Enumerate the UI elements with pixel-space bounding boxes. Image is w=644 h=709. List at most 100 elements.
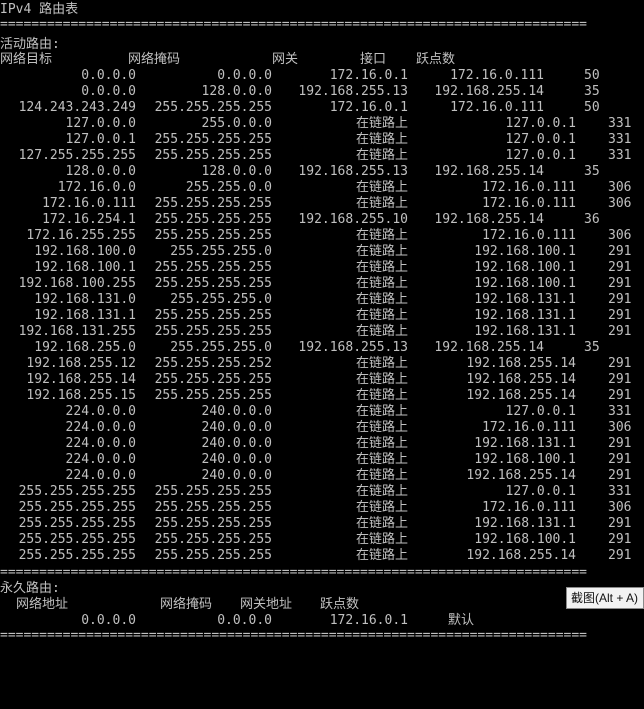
cell-interface: 192.168.100.1 xyxy=(474,532,576,547)
cell-metric: 291 xyxy=(608,388,632,403)
route-row: 128.0.0.0 128.0.0.0 192.168.255.13 192.168.… xyxy=(0,164,644,180)
cell-netmask: 255.255.255.255 xyxy=(154,228,272,243)
route-row: 0.0.0.0 0.0.0.0 172.16.0.1 172.16.0.111 50 xyxy=(0,68,644,84)
cell-netmask: 255.255.255.255 xyxy=(154,212,272,227)
cell-metric: 291 xyxy=(608,292,632,307)
cell-netmask: 240.0.0.0 xyxy=(201,436,272,451)
separator-line: ========================================… xyxy=(0,628,587,643)
cell-interface: 192.168.255.14 xyxy=(466,468,576,483)
cell-metric: 331 xyxy=(608,132,632,147)
cell-interface: 127.0.0.1 xyxy=(505,404,576,419)
route-row: 127.0.0.1 255.255.255.255 在链路上 127.0.0.1 331 xyxy=(0,132,644,148)
cell-network-destination: 192.168.100.1 xyxy=(34,260,136,275)
cell-network-destination: 172.16.255.255 xyxy=(26,228,136,243)
cell-gateway: 在链路上 xyxy=(355,388,408,403)
cell-network-destination: 192.168.255.0 xyxy=(34,340,136,355)
route-row: 255.255.255.255 255.255.255.255 在链路上 192.16… xyxy=(0,548,644,564)
cell-network-destination: 0.0.0.0 xyxy=(81,68,136,83)
route-table-title: IPv4 路由表 xyxy=(0,2,79,17)
cell-gateway: 在链路上 xyxy=(355,292,408,307)
cell-interface: 192.168.255.14 xyxy=(434,340,544,355)
cell-interface: 192.168.131.1 xyxy=(474,308,576,323)
cell-gateway: 在链路上 xyxy=(355,356,408,371)
cell-gateway: 192.168.255.13 xyxy=(298,340,408,355)
cell-gateway: 在链路上 xyxy=(355,324,408,339)
console-window[interactable]: IPv4 路由表 ===============================… xyxy=(0,0,644,646)
cell-gateway: 在链路上 xyxy=(355,244,408,259)
active-routes-heading: 活动路由: xyxy=(0,37,60,52)
cell-gateway: 在链路上 xyxy=(355,260,408,275)
cell-netmask: 255.255.255.0 xyxy=(170,340,272,355)
route-row: 255.255.255.255 255.255.255.255 在链路上 172.16… xyxy=(0,500,644,516)
header-netmask: 网络掩码 xyxy=(160,597,213,612)
cell-netmask: 255.255.255.255 xyxy=(154,148,272,163)
cell-interface: 192.168.100.1 xyxy=(474,276,576,291)
cell-interface: 192.168.255.14 xyxy=(434,84,544,99)
cell-metric: 291 xyxy=(608,324,632,339)
cell-network-destination: 224.0.0.0 xyxy=(65,404,136,419)
cell-network-destination: 127.0.0.1 xyxy=(65,132,136,147)
cell-metric: 331 xyxy=(608,148,632,163)
route-row: 192.168.255.0 255.255.255.0 192.168.255.13… xyxy=(0,340,644,356)
cell-gateway: 在链路上 xyxy=(355,148,408,163)
cell-metric: 291 xyxy=(608,468,632,483)
route-row: 192.168.255.14 255.255.255.255 在链路上 192.168… xyxy=(0,372,644,388)
cell-network-destination: 255.255.255.255 xyxy=(18,484,136,499)
cell-interface: 192.168.100.1 xyxy=(474,452,576,467)
route-row: 192.168.255.15 255.255.255.255 在链路上 192.168… xyxy=(0,388,644,404)
cell-metric: 331 xyxy=(608,404,632,419)
persistent-routes-heading: 永久路由: xyxy=(0,581,60,596)
route-row: 224.0.0.0 240.0.0.0 在链路上 192.168.255.14 291 xyxy=(0,468,644,484)
cell-gateway: 在链路上 xyxy=(355,372,408,387)
route-row: 172.16.254.1 255.255.255.255 192.168.255.1… xyxy=(0,212,644,228)
route-row: 255.255.255.255 255.255.255.255 在链路上 127.0.… xyxy=(0,484,644,500)
cell-interface: 192.168.255.14 xyxy=(434,164,544,179)
cell-metric: 291 xyxy=(608,276,632,291)
header-metric: 跃点数 xyxy=(416,52,456,67)
cell-metric: 默认 xyxy=(448,613,475,628)
cell-interface: 192.168.100.1 xyxy=(474,244,576,259)
cell-metric: 291 xyxy=(608,516,632,531)
cell-netmask: 128.0.0.0 xyxy=(201,164,272,179)
cell-netmask: 255.255.255.255 xyxy=(154,532,272,547)
cell-interface: 192.168.131.1 xyxy=(474,436,576,451)
cell-interface: 127.0.0.1 xyxy=(505,484,576,499)
cell-metric: 50 xyxy=(584,68,600,83)
cell-gateway: 172.16.0.1 xyxy=(329,68,408,83)
cell-gateway: 在链路上 xyxy=(355,132,408,147)
route-row: 172.16.0.111 255.255.255.255 在链路上 172.16.0.… xyxy=(0,196,644,212)
cell-netmask: 240.0.0.0 xyxy=(201,420,272,435)
cell-gateway: 192.168.255.10 xyxy=(298,212,408,227)
cell-network-destination: 192.168.131.0 xyxy=(34,292,136,307)
cell-gateway: 172.16.0.1 xyxy=(329,100,408,115)
cell-netmask: 240.0.0.0 xyxy=(201,468,272,483)
cell-gateway: 在链路上 xyxy=(355,436,408,451)
cell-metric: 291 xyxy=(608,372,632,387)
cell-network-destination: 192.168.100.0 xyxy=(34,244,136,259)
cell-interface: 172.16.0.111 xyxy=(482,180,576,195)
route-row: 192.168.131.1 255.255.255.255 在链路上 192.168.… xyxy=(0,308,644,324)
cell-metric: 291 xyxy=(608,532,632,547)
route-row: 224.0.0.0 240.0.0.0 在链路上 192.168.100.1 291 xyxy=(0,452,644,468)
cell-interface: 192.168.131.1 xyxy=(474,516,576,531)
cell-metric: 306 xyxy=(608,420,632,435)
cell-network-destination: 127.255.255.255 xyxy=(18,148,136,163)
cell-network-destination: 172.16.254.1 xyxy=(42,212,136,227)
header-network-address: 网络地址 xyxy=(16,597,69,612)
cell-gateway: 在链路上 xyxy=(355,276,408,291)
cell-interface: 172.16.0.111 xyxy=(450,68,544,83)
cell-network-destination: 124.243.243.249 xyxy=(18,100,136,115)
cell-interface: 127.0.0.1 xyxy=(505,132,576,147)
route-row: 0.0.0.0 128.0.0.0 192.168.255.13 192.168.25… xyxy=(0,84,644,100)
separator-line: ========================================… xyxy=(0,17,587,32)
cell-gateway: 在链路上 xyxy=(355,548,408,563)
header-metric: 跃点数 xyxy=(320,597,360,612)
cell-gateway: 在链路上 xyxy=(355,308,408,323)
cell-gateway: 在链路上 xyxy=(355,484,408,499)
cell-netmask: 255.255.255.255 xyxy=(154,260,272,275)
cell-interface: 172.16.0.111 xyxy=(482,500,576,515)
cell-interface: 127.0.0.1 xyxy=(505,116,576,131)
cell-metric: 291 xyxy=(608,260,632,275)
cell-netmask: 255.255.255.255 xyxy=(154,388,272,403)
cell-netmask: 255.0.0.0 xyxy=(201,116,272,131)
